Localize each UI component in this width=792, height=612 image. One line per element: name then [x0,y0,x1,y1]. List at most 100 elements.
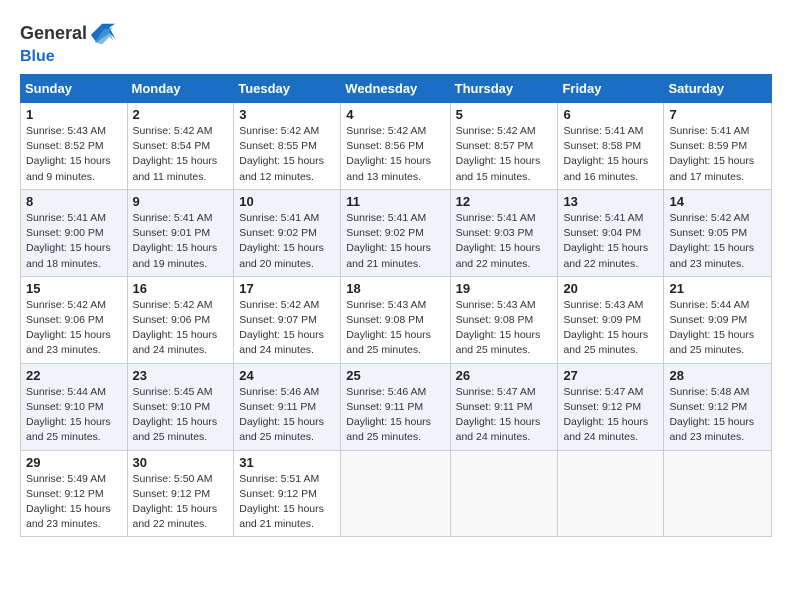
calendar-cell: 20 Sunrise: 5:43 AMSunset: 9:09 PMDayligh… [558,276,664,363]
calendar-cell: 18 Sunrise: 5:43 AMSunset: 9:08 PMDayligh… [341,276,450,363]
day-info: Sunrise: 5:41 AMSunset: 9:03 PMDaylight:… [456,211,553,272]
calendar-cell: 3 Sunrise: 5:42 AMSunset: 8:55 PMDaylight… [234,103,341,190]
calendar-cell: 29Sunrise: 5:49 AMSunset: 9:12 PMDayligh… [21,450,128,537]
calendar-cell: 6 Sunrise: 5:41 AMSunset: 8:58 PMDaylight… [558,103,664,190]
day-info: Sunrise: 5:42 AMSunset: 8:55 PMDaylight:… [239,124,335,185]
calendar-week-5: 29Sunrise: 5:49 AMSunset: 9:12 PMDayligh… [21,450,772,537]
day-number: 7 [669,107,766,122]
day-info: Sunrise: 5:42 AMSunset: 8:57 PMDaylight:… [456,124,553,185]
calendar-cell: 13 Sunrise: 5:41 AMSunset: 9:04 PMDayligh… [558,189,664,276]
day-number: 17 [239,281,335,296]
day-number: 15 [26,281,122,296]
day-info: Sunrise: 5:41 AMSunset: 8:59 PMDaylight:… [669,124,766,185]
day-info: Sunrise: 5:44 AMSunset: 9:10 PMDaylight:… [26,385,122,446]
day-number: 27 [563,368,658,383]
calendar-cell: 15 Sunrise: 5:42 AMSunset: 9:06 PMDayligh… [21,276,128,363]
day-number: 5 [456,107,553,122]
calendar-cell: 2 Sunrise: 5:42 AMSunset: 8:54 PMDaylight… [127,103,234,190]
day-info: Sunrise: 5:42 AMSunset: 9:05 PMDaylight:… [669,211,766,272]
calendar-cell: 12 Sunrise: 5:41 AMSunset: 9:03 PMDayligh… [450,189,558,276]
logo: General Blue [20,20,117,66]
weekday-header-saturday: Saturday [664,75,772,103]
day-number: 30 [133,455,229,470]
day-number: 20 [563,281,658,296]
calendar-cell: 21Sunrise: 5:44 AMSunset: 9:09 PMDayligh… [664,276,772,363]
day-info: Sunrise: 5:42 AMSunset: 9:06 PMDaylight:… [26,298,122,359]
calendar-cell [341,450,450,537]
day-number: 26 [456,368,553,383]
day-info: Sunrise: 5:50 AMSunset: 9:12 PMDaylight:… [133,472,229,533]
day-number: 18 [346,281,444,296]
calendar-cell: 5 Sunrise: 5:42 AMSunset: 8:57 PMDaylight… [450,103,558,190]
weekday-header-friday: Friday [558,75,664,103]
day-number: 13 [563,194,658,209]
calendar-cell: 26 Sunrise: 5:47 AMSunset: 9:11 PMDayligh… [450,363,558,450]
day-info: Sunrise: 5:51 AMSunset: 9:12 PMDaylight:… [239,472,335,533]
day-info: Sunrise: 5:41 AMSunset: 8:58 PMDaylight:… [563,124,658,185]
day-info: Sunrise: 5:42 AMSunset: 8:54 PMDaylight:… [133,124,229,185]
day-info: Sunrise: 5:43 AMSunset: 9:09 PMDaylight:… [563,298,658,359]
calendar-cell: 16Sunrise: 5:42 AMSunset: 9:06 PMDayligh… [127,276,234,363]
calendar-cell: 31Sunrise: 5:51 AMSunset: 9:12 PMDayligh… [234,450,341,537]
day-info: Sunrise: 5:43 AMSunset: 8:52 PMDaylight:… [26,124,122,185]
weekday-header-wednesday: Wednesday [341,75,450,103]
day-number: 21 [669,281,766,296]
weekday-header-monday: Monday [127,75,234,103]
day-number: 3 [239,107,335,122]
calendar-cell: 27 Sunrise: 5:47 AMSunset: 9:12 PMDayligh… [558,363,664,450]
day-number: 8 [26,194,122,209]
day-number: 10 [239,194,335,209]
calendar-cell: 7 Sunrise: 5:41 AMSunset: 8:59 PMDaylight… [664,103,772,190]
logo-icon [89,20,117,48]
calendar-week-1: 1 Sunrise: 5:43 AMSunset: 8:52 PMDaylight… [21,103,772,190]
calendar-cell [450,450,558,537]
calendar-cell [664,450,772,537]
weekday-header-sunday: Sunday [21,75,128,103]
day-number: 23 [133,368,229,383]
day-number: 14 [669,194,766,209]
day-number: 9 [133,194,229,209]
day-info: Sunrise: 5:43 AMSunset: 9:08 PMDaylight:… [456,298,553,359]
day-number: 1 [26,107,122,122]
calendar-cell: 19 Sunrise: 5:43 AMSunset: 9:08 PMDayligh… [450,276,558,363]
logo-subtext: Blue [20,48,55,65]
day-info: Sunrise: 5:47 AMSunset: 9:12 PMDaylight:… [563,385,658,446]
day-info: Sunrise: 5:41 AMSunset: 9:04 PMDaylight:… [563,211,658,272]
calendar-cell: 30 Sunrise: 5:50 AMSunset: 9:12 PMDayligh… [127,450,234,537]
logo-text: General [20,24,87,44]
day-info: Sunrise: 5:48 AMSunset: 9:12 PMDaylight:… [669,385,766,446]
day-number: 2 [133,107,229,122]
calendar-cell [558,450,664,537]
calendar-cell: 14 Sunrise: 5:42 AMSunset: 9:05 PMDayligh… [664,189,772,276]
day-number: 25 [346,368,444,383]
day-info: Sunrise: 5:46 AMSunset: 9:11 PMDaylight:… [239,385,335,446]
day-number: 22 [26,368,122,383]
day-info: Sunrise: 5:41 AMSunset: 9:02 PMDaylight:… [346,211,444,272]
calendar-cell: 22 Sunrise: 5:44 AMSunset: 9:10 PMDayligh… [21,363,128,450]
day-info: Sunrise: 5:43 AMSunset: 9:08 PMDaylight:… [346,298,444,359]
calendar-week-3: 15 Sunrise: 5:42 AMSunset: 9:06 PMDayligh… [21,276,772,363]
calendar-week-2: 8 Sunrise: 5:41 AMSunset: 9:00 PMDaylight… [21,189,772,276]
calendar-cell: 28Sunrise: 5:48 AMSunset: 9:12 PMDayligh… [664,363,772,450]
day-info: Sunrise: 5:42 AMSunset: 9:07 PMDaylight:… [239,298,335,359]
calendar-cell: 25Sunrise: 5:46 AMSunset: 9:11 PMDayligh… [341,363,450,450]
day-info: Sunrise: 5:41 AMSunset: 9:02 PMDaylight:… [239,211,335,272]
calendar-cell: 1 Sunrise: 5:43 AMSunset: 8:52 PMDaylight… [21,103,128,190]
calendar-cell: 11 Sunrise: 5:41 AMSunset: 9:02 PMDayligh… [341,189,450,276]
calendar-cell: 24 Sunrise: 5:46 AMSunset: 9:11 PMDayligh… [234,363,341,450]
day-number: 19 [456,281,553,296]
calendar-cell: 8 Sunrise: 5:41 AMSunset: 9:00 PMDaylight… [21,189,128,276]
page-header: General Blue [20,16,772,66]
calendar-cell: 4Sunrise: 5:42 AMSunset: 8:56 PMDaylight… [341,103,450,190]
day-number: 11 [346,194,444,209]
calendar-cell: 9Sunrise: 5:41 AMSunset: 9:01 PMDaylight… [127,189,234,276]
day-number: 12 [456,194,553,209]
day-info: Sunrise: 5:41 AMSunset: 9:00 PMDaylight:… [26,211,122,272]
calendar-table: SundayMondayTuesdayWednesdayThursdayFrid… [20,74,772,537]
day-number: 29 [26,455,122,470]
weekday-header-thursday: Thursday [450,75,558,103]
calendar-cell: 23Sunrise: 5:45 AMSunset: 9:10 PMDayligh… [127,363,234,450]
day-number: 24 [239,368,335,383]
day-number: 6 [563,107,658,122]
day-info: Sunrise: 5:47 AMSunset: 9:11 PMDaylight:… [456,385,553,446]
